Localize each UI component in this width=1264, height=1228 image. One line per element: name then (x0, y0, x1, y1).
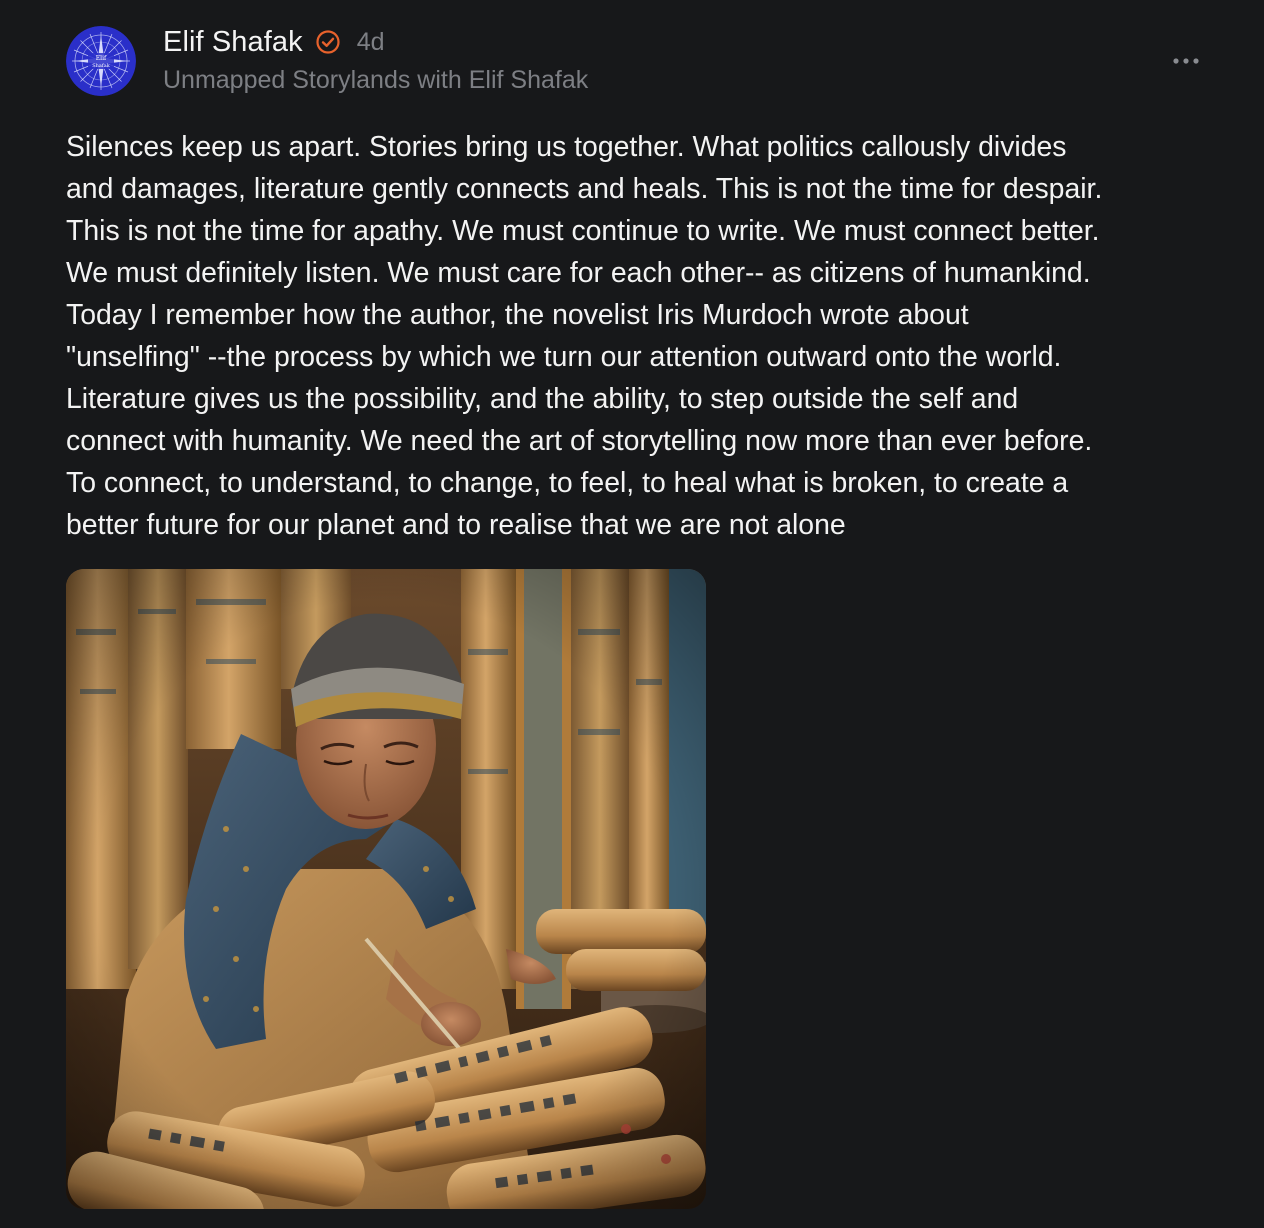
post-timestamp: 4d (356, 27, 385, 56)
publication-name[interactable]: Unmapped Storylands with Elif Shafak (163, 66, 588, 95)
woman-writing-scrolls-image (66, 569, 706, 1209)
svg-text:Shafak: Shafak (92, 63, 110, 69)
more-horizontal-icon (1173, 58, 1199, 64)
compass-logo-icon: Elif Shafak (66, 26, 136, 96)
verified-check-icon (315, 29, 341, 55)
post-body-text: Silences keep us apart. Stories bring us… (66, 131, 1103, 541)
post-image[interactable] (66, 569, 706, 1209)
author-name[interactable]: Elif Shafak (163, 26, 303, 59)
post-card: Elif Shafak Elif Shafak 4d Unmapped Stor… (0, 0, 1264, 1228)
more-options-button[interactable] (1166, 46, 1206, 76)
author-row: Elif Shafak 4d (163, 22, 385, 62)
author-avatar[interactable]: Elif Shafak (66, 26, 136, 96)
svg-text:Elif: Elif (96, 55, 107, 62)
